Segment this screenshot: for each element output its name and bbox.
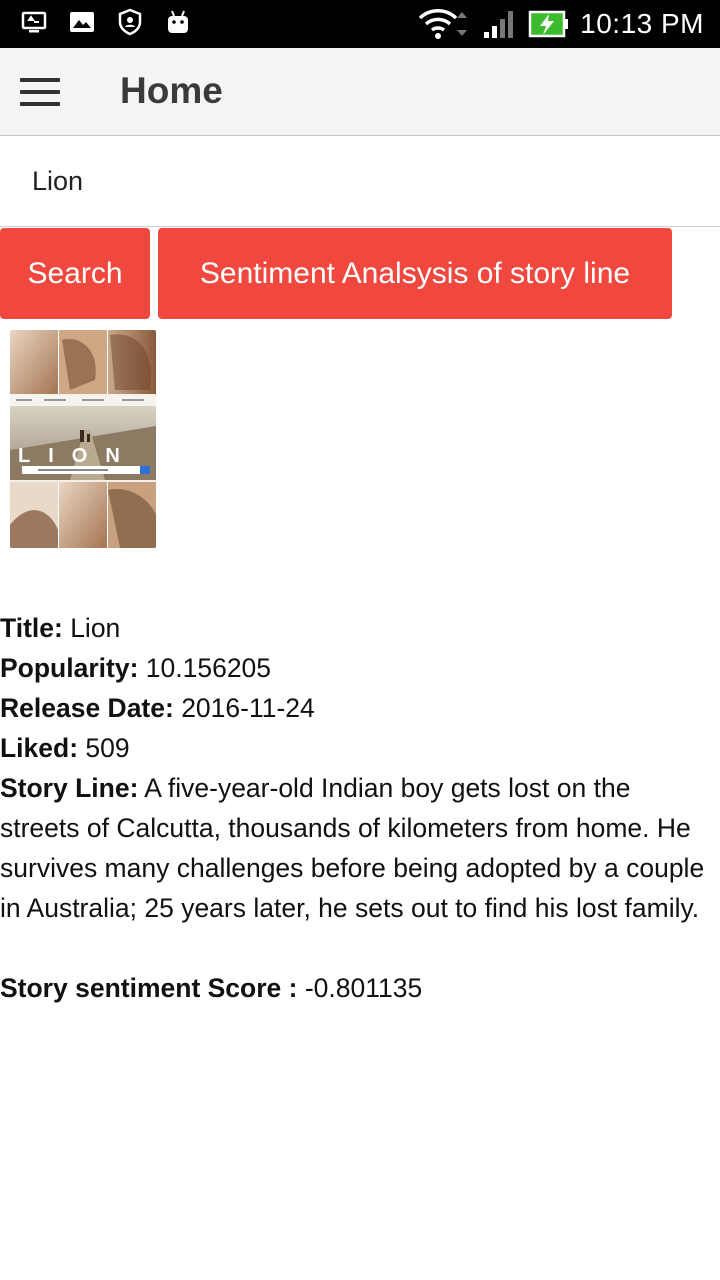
title-label: Title:	[0, 613, 63, 643]
popularity-row: Popularity: 10.156205	[0, 648, 715, 688]
movie-poster: LION	[10, 330, 156, 548]
release-date-label: Release Date:	[0, 693, 174, 723]
sentiment-score-value: -0.801135	[297, 973, 423, 1003]
liked-label: Liked:	[0, 733, 79, 763]
screen-cast-icon	[21, 11, 47, 33]
system-icons: 10:13 PM	[416, 6, 704, 42]
popularity-value: 10.156205	[138, 653, 272, 683]
android-icon	[168, 10, 188, 33]
shield-icon	[118, 8, 142, 36]
notification-icons	[20, 8, 192, 36]
app-bar: Home	[0, 48, 720, 136]
movie-details: Title: Lion Popularity: 10.156205 Releas…	[0, 608, 715, 1008]
clock: 10:13 PM	[580, 8, 704, 39]
sentiment-analysis-button[interactable]: Sentiment Analsysis of story line	[158, 228, 672, 319]
wifi-icon	[418, 9, 468, 39]
page-title: Home	[120, 70, 223, 111]
search-input[interactable]	[0, 137, 720, 227]
signal-icon	[484, 11, 514, 38]
story-line-row: Story Line: A five-year-old Indian boy g…	[0, 768, 715, 928]
story-line-label: Story Line:	[0, 773, 139, 803]
sentiment-score-label: Story sentiment Score :	[0, 973, 298, 1003]
sentiment-score-row: Story sentiment Score : -0.801135	[0, 968, 715, 1008]
hamburger-menu-icon[interactable]	[18, 76, 62, 108]
poster-title: LION	[18, 445, 138, 467]
popularity-label: Popularity:	[0, 653, 139, 683]
release-date-value: 2016-11-24	[173, 693, 315, 723]
release-date-row: Release Date: 2016-11-24	[0, 688, 715, 728]
title-value: Lion	[62, 613, 121, 643]
status-bar: 10:13 PM	[0, 0, 720, 48]
title-row: Title: Lion	[0, 608, 715, 648]
search-button[interactable]: Search	[0, 228, 150, 319]
liked-row: Liked: 509	[0, 728, 715, 768]
image-icon	[70, 12, 94, 32]
liked-value: 509	[78, 733, 130, 763]
battery-charging-icon	[528, 10, 569, 38]
